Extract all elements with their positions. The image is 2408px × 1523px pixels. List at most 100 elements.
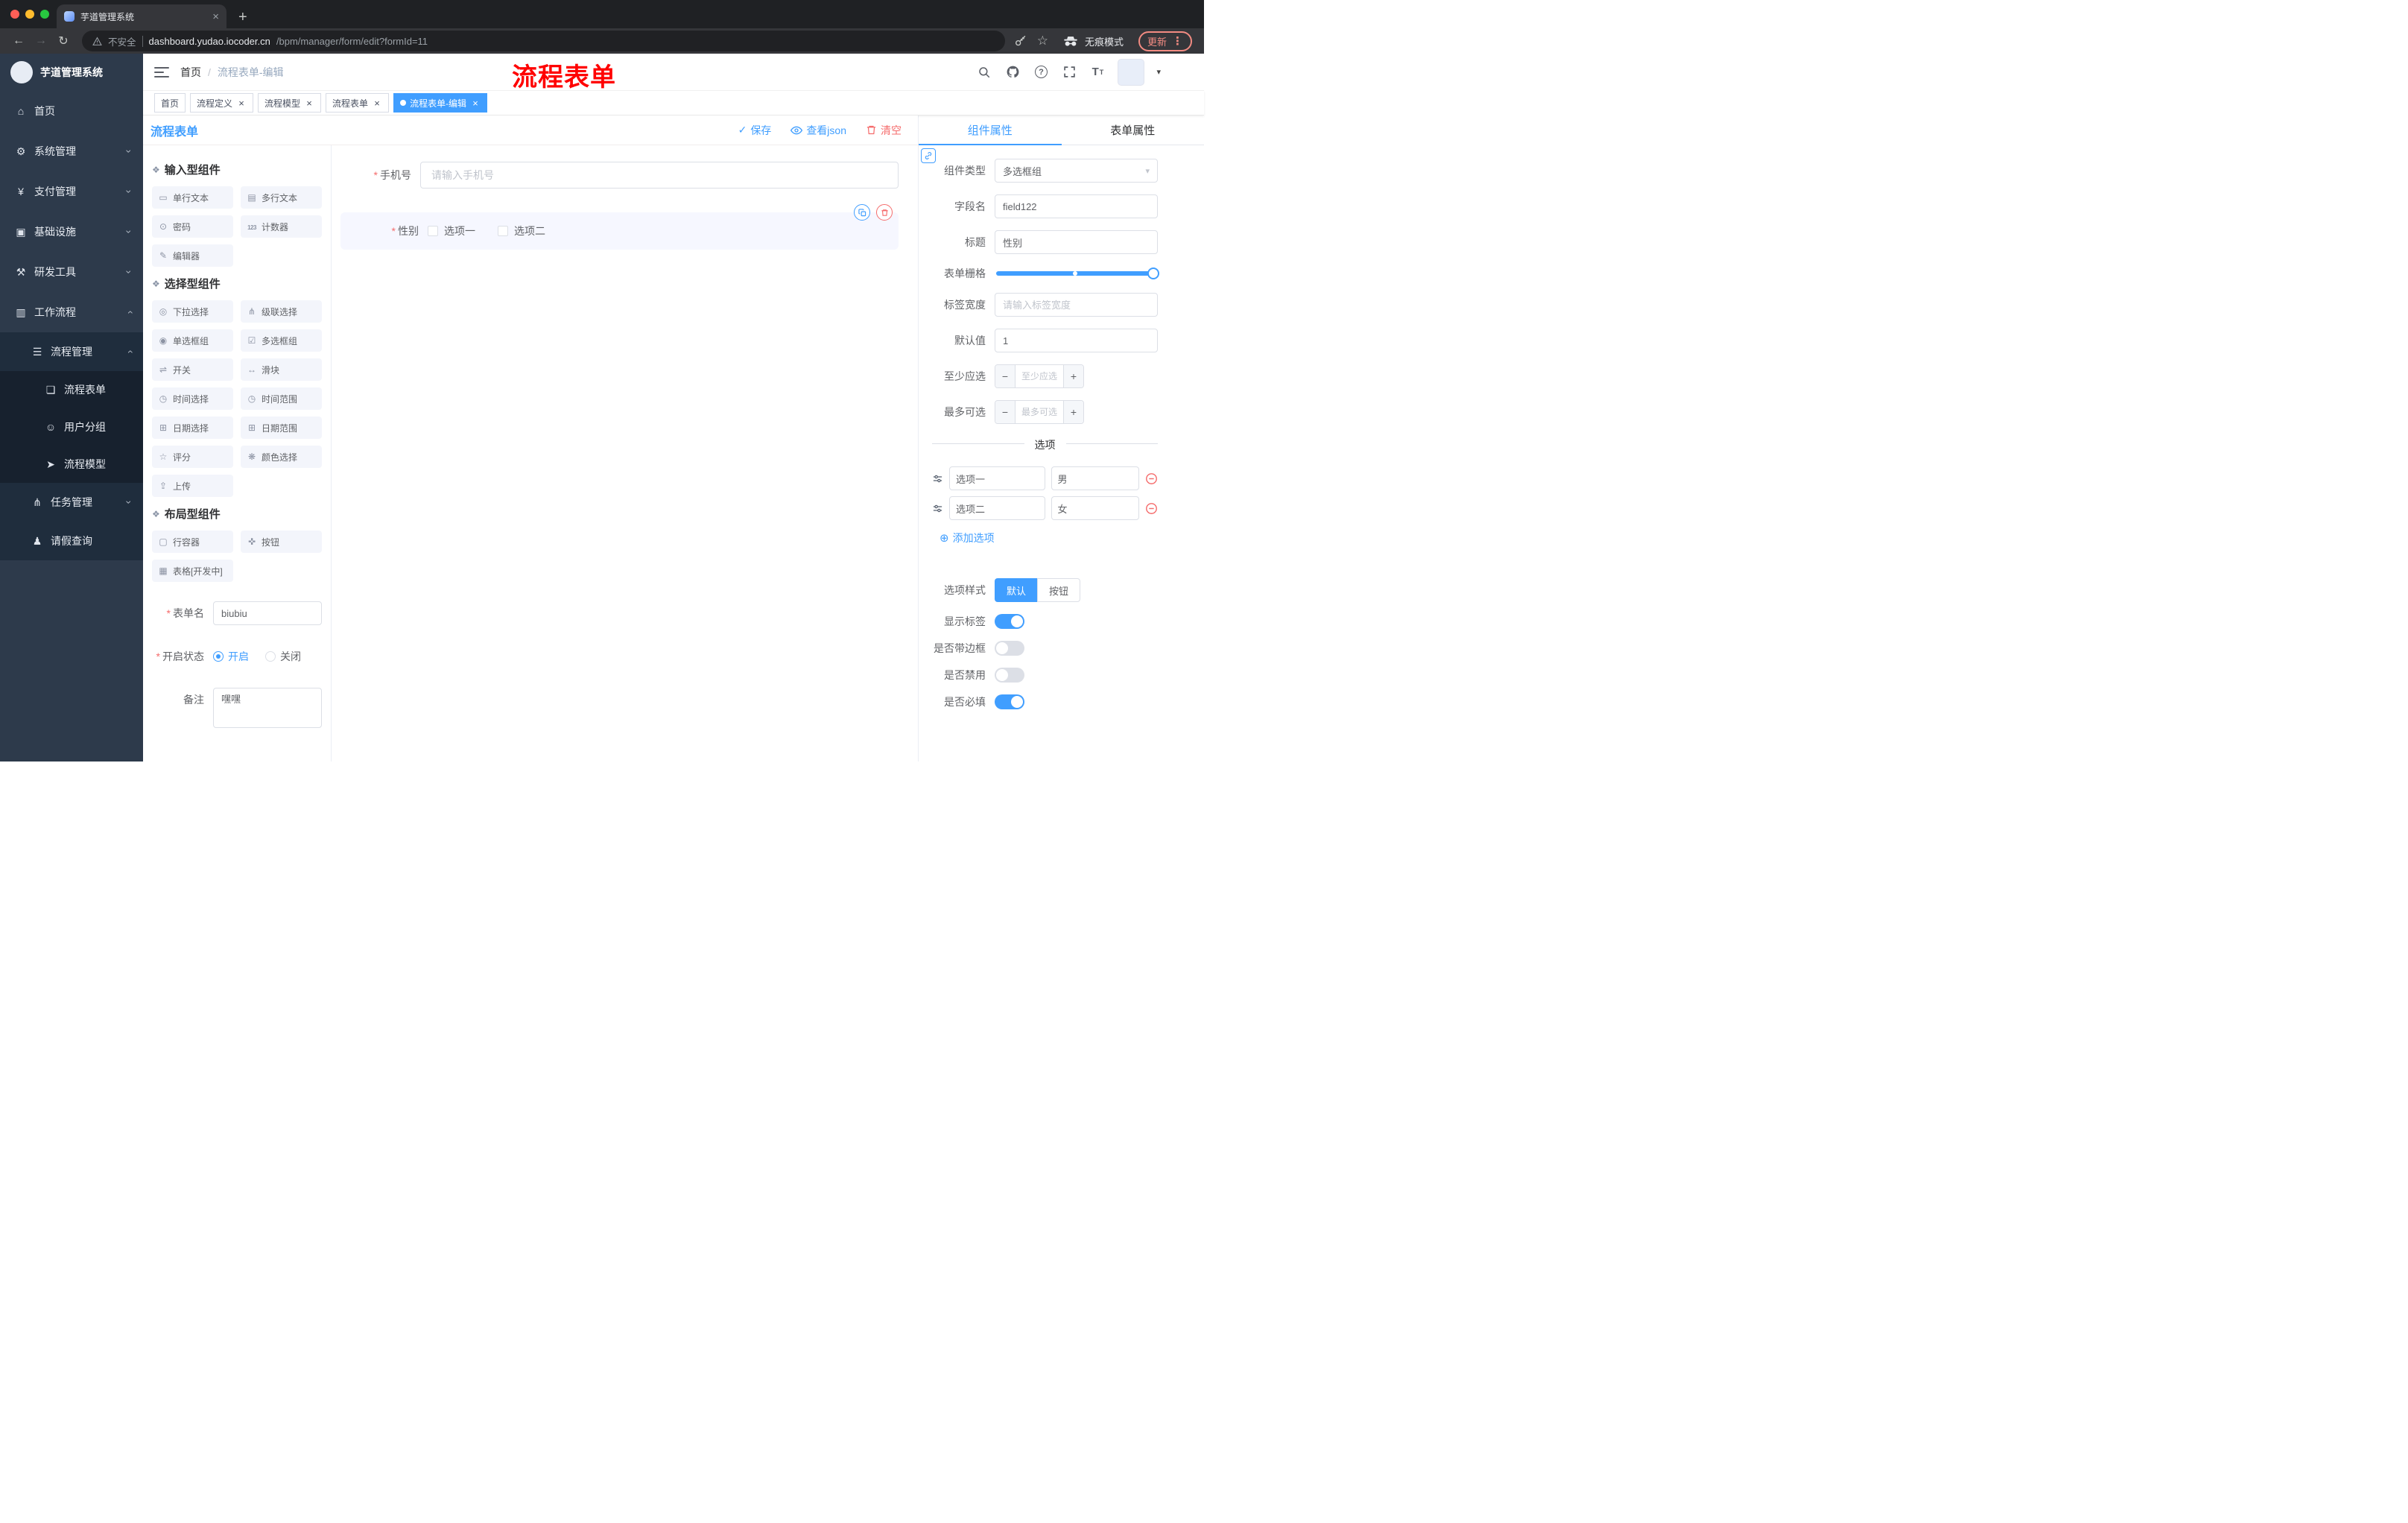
sidebar-item-workflow[interactable]: 工作流程 [0, 292, 143, 332]
border-switch[interactable] [995, 641, 1024, 656]
bookmark-star-icon[interactable] [1037, 34, 1048, 48]
checkbox-option-one[interactable]: 选项一 [428, 224, 475, 238]
chip-time-range[interactable]: 时间范围 [241, 387, 322, 410]
chip-switch[interactable]: 开关 [152, 358, 233, 381]
chip-single-line-text[interactable]: 单行文本 [152, 186, 233, 209]
forward-icon[interactable] [31, 31, 51, 51]
radio-open[interactable]: 开启 [213, 649, 249, 664]
chip-radio-group[interactable]: 单选框组 [152, 329, 233, 352]
title-input[interactable] [995, 230, 1158, 254]
tag-close-icon[interactable] [372, 98, 382, 108]
chip-checkbox-group[interactable]: 多选框组 [241, 329, 322, 352]
github-button[interactable] [1004, 63, 1021, 81]
help-button[interactable] [1033, 63, 1049, 81]
zoom-window-button[interactable] [40, 10, 49, 19]
tag-close-icon[interactable] [236, 98, 247, 108]
tag-process-form-edit[interactable]: 流程表单-编辑 [393, 93, 488, 113]
field-name-input[interactable] [995, 194, 1158, 218]
chip-slider[interactable]: 滑块 [241, 358, 322, 381]
required-switch[interactable] [995, 694, 1024, 709]
chip-time-picker[interactable]: 时间选择 [152, 387, 233, 410]
chip-editor[interactable]: 编辑器 [152, 244, 233, 267]
decrease-button[interactable] [995, 365, 1016, 387]
breadcrumb-home[interactable]: 首页 [180, 65, 201, 80]
copy-field-button[interactable] [854, 204, 870, 221]
search-button[interactable] [976, 63, 992, 81]
component-type-select[interactable]: 多选框组 [995, 159, 1158, 183]
increase-button[interactable] [1063, 365, 1083, 387]
update-button[interactable]: 更新 [1138, 31, 1192, 51]
sidebar-item-infrastructure[interactable]: 基础设施 [0, 212, 143, 252]
option-name-input[interactable] [949, 466, 1045, 490]
user-avatar[interactable] [1118, 58, 1145, 86]
sidebar-item-task-management[interactable]: 任务管理 [0, 483, 143, 522]
chip-date-picker[interactable]: 日期选择 [152, 417, 233, 439]
chip-date-range[interactable]: 日期范围 [241, 417, 322, 439]
checkbox-option-two[interactable]: 选项二 [498, 224, 545, 238]
field-gender-selected[interactable]: 性别 选项一 选项二 [340, 204, 899, 250]
key-icon[interactable] [1014, 35, 1027, 48]
remove-option-icon[interactable] [1145, 472, 1158, 485]
disabled-switch[interactable] [995, 668, 1024, 683]
chip-select[interactable]: 下拉选择 [152, 300, 233, 323]
drag-handle-icon[interactable] [932, 503, 943, 514]
form-name-input[interactable] [213, 601, 322, 625]
clear-button[interactable]: 清空 [866, 123, 902, 138]
form-grid-slider[interactable] [996, 267, 1159, 279]
tab-form-props[interactable]: 表单属性 [1062, 115, 1205, 145]
chip-upload[interactable]: 上传 [152, 475, 233, 497]
tag-close-icon[interactable] [470, 98, 481, 108]
slider-handle[interactable] [1147, 267, 1159, 279]
chip-rate[interactable]: 评分 [152, 446, 233, 468]
sidebar-collapse-button[interactable] [143, 66, 180, 78]
sidebar-item-devtools[interactable]: 研发工具 [0, 252, 143, 292]
style-default-button[interactable]: 默认 [995, 578, 1038, 602]
chip-password[interactable]: 密码 [152, 215, 233, 238]
min-select-input[interactable] [1016, 365, 1063, 387]
option-value-input[interactable] [1051, 496, 1139, 520]
chip-table[interactable]: 表格[开发中] [152, 560, 233, 582]
reload-icon[interactable] [54, 31, 73, 51]
option-value-input[interactable] [1051, 466, 1139, 490]
chevron-down-icon[interactable] [1156, 67, 1161, 77]
tag-process-form[interactable]: 流程表单 [326, 93, 390, 113]
chip-multi-line-text[interactable]: 多行文本 [241, 186, 322, 209]
form-remark-input[interactable]: 嘿嘿 [213, 688, 322, 728]
browser-tab[interactable]: 芋道管理系统 [57, 4, 226, 28]
chip-color-picker[interactable]: 颜色选择 [241, 446, 322, 468]
chip-counter[interactable]: 计数器 [241, 215, 322, 238]
new-tab-button[interactable] [238, 6, 247, 28]
remove-option-icon[interactable] [1145, 502, 1158, 515]
drag-handle-icon[interactable] [932, 473, 943, 484]
doc-link-button[interactable] [921, 148, 936, 163]
checkbox-icon[interactable] [428, 226, 438, 236]
sidebar-item-system-management[interactable]: 系统管理 [0, 131, 143, 171]
sidebar-item-user-group[interactable]: 用户分组 [0, 408, 143, 446]
label-width-input[interactable] [995, 293, 1158, 317]
tag-process-definition[interactable]: 流程定义 [190, 93, 254, 113]
view-json-button[interactable]: 查看json [790, 123, 846, 138]
chip-cascader[interactable]: 级联选择 [241, 300, 322, 323]
increase-button[interactable] [1063, 401, 1083, 423]
tab-component-props[interactable]: 组件属性 [919, 115, 1062, 145]
delete-field-button[interactable] [876, 204, 893, 221]
checkbox-icon[interactable] [498, 226, 508, 236]
back-icon[interactable] [9, 31, 28, 51]
fullscreen-button[interactable] [1061, 63, 1077, 81]
sidebar-item-process-form[interactable]: 流程表单 [0, 371, 143, 408]
decrease-button[interactable] [995, 401, 1016, 423]
sidebar-item-process-model[interactable]: 流程模型 [0, 446, 143, 483]
browser-menu-icon[interactable] [1172, 34, 1183, 48]
add-option-button[interactable]: 添加选项 [940, 531, 1158, 545]
close-window-button[interactable] [10, 10, 19, 19]
form-canvas[interactable]: 手机号 性别 选项一 选项二 [332, 145, 918, 762]
tab-close-icon[interactable] [212, 11, 219, 22]
app-logo[interactable]: 芋道管理系统 [0, 54, 143, 91]
field-phone[interactable]: 手机号 [340, 162, 899, 189]
save-button[interactable]: 保存 [738, 123, 771, 138]
radio-closed[interactable]: 关闭 [265, 649, 301, 664]
minimize-window-button[interactable] [25, 10, 34, 19]
sidebar-item-leave-query[interactable]: 请假查询 [0, 522, 143, 560]
default-value-input[interactable] [995, 329, 1158, 352]
phone-input[interactable] [420, 162, 899, 189]
